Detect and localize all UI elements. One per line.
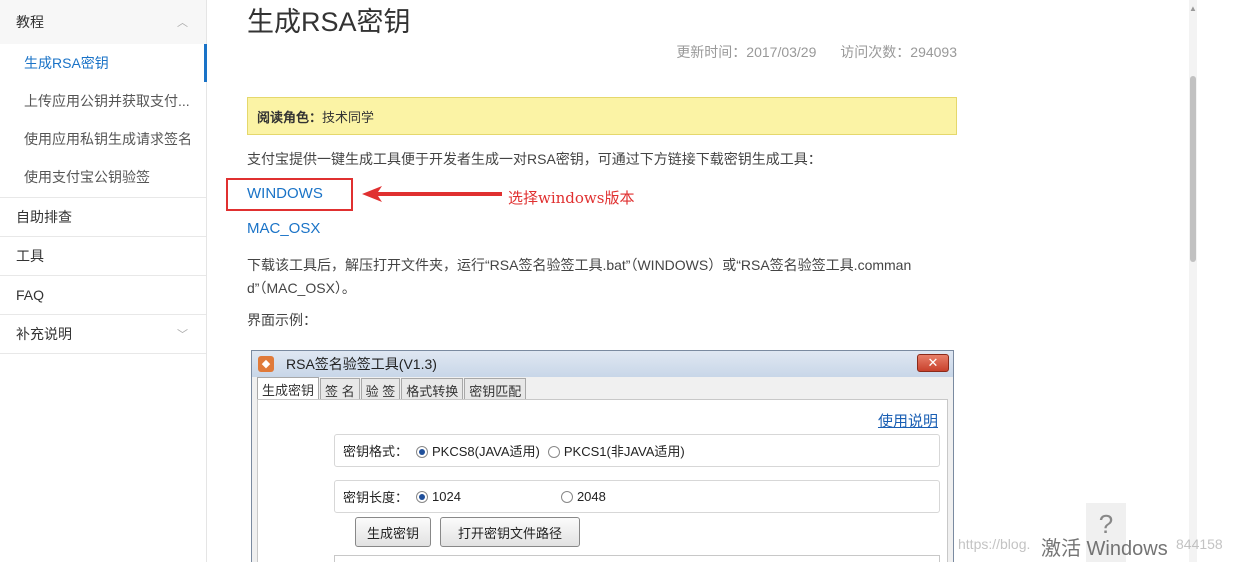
annotation-text: 选择windows版本 (508, 189, 635, 207)
arrow-left-icon (362, 186, 502, 202)
notice-value: 技术同学 (322, 109, 375, 125)
chevron-up-icon: ︿ (177, 17, 188, 29)
sidebar-item-verify-signature[interactable]: 使用支付宝公钥验签 (0, 158, 206, 196)
intro-paragraph: 支付宝提供一键生成工具便于开发者生成一对RSA密钥，可通过下方链接下载密钥生成工… (247, 151, 822, 167)
tool-panel: 使用说明 密钥格式： PKCS8(JAVA适用) PKCS1(非JAVA适用) … (257, 399, 948, 562)
scrollbar-thumb[interactable] (1190, 76, 1196, 262)
window-titlebar: ◆ RSA签名验签工具(V1.3) (252, 351, 953, 377)
generate-key-button[interactable]: 生成密钥 (355, 517, 431, 547)
radio-empty-icon (560, 491, 573, 503)
blog-watermark-suffix: 844158 (1176, 536, 1223, 552)
example-label: 界面示例： (247, 312, 317, 328)
highlight-box (226, 178, 353, 211)
sidebar-item-list: 生成RSA密钥 上传应用公钥并获取支付... 使用应用私钥生成请求签名 使用支付… (0, 44, 207, 198)
sidebar-section-tutorial[interactable]: 教程 ︿ (0, 0, 206, 44)
key-length-label: 密钥长度： (343, 490, 409, 505)
reader-role-notice: 阅读角色： 技术同学 (247, 97, 957, 135)
radio-selected-icon (416, 446, 429, 458)
visit-count: 访问次数：294093 (840, 44, 957, 60)
key-format-label: 密钥格式： (343, 444, 409, 459)
radio-1024[interactable]: 1024 (416, 489, 461, 504)
sidebar-item-generate-rsa[interactable]: 生成RSA密钥 (0, 44, 207, 82)
sidebar-section-self-check[interactable]: 自助排查 (0, 198, 206, 237)
chevron-down-icon: ﹀ (177, 329, 188, 341)
radio-2048[interactable]: 2048 (560, 489, 606, 504)
radio-label: PKCS1(非JAVA适用) (563, 444, 685, 459)
app-logo-icon: ◆ (258, 356, 274, 372)
instructions-paragraph: 下载该工具后，解压打开文件夹，运行“RSA签名验签工具.bat”（WINDOWS… (247, 254, 957, 300)
page: 教程 ︿ 生成RSA密钥 上传应用公钥并获取支付... 使用应用私钥生成请求签名… (0, 0, 1237, 562)
radio-label: 2048 (576, 489, 606, 504)
article-meta: 更新时间：2017/03/29 访问次数：294093 (676, 42, 957, 62)
activate-windows-watermark: 激活 Windows (1041, 538, 1168, 560)
sidebar-item-sign-request[interactable]: 使用应用私钥生成请求签名 (0, 120, 206, 158)
sidebar-section-label: 自助排查 (16, 209, 72, 225)
instructions-line-2: d”（MAC_OSX）。 (247, 280, 356, 296)
sidebar-section-label: FAQ (16, 287, 45, 303)
radio-pkcs1[interactable]: PKCS1(非JAVA适用) (547, 441, 685, 460)
tool-window-screenshot: ◆ RSA签名验签工具(V1.3) ✕ 生成密钥 签 名 验 签 格式转换 密钥… (251, 350, 954, 562)
radio-pkcs8[interactable]: PKCS8(JAVA适用) (416, 441, 540, 460)
updated-time: 更新时间：2017/03/29 (676, 44, 817, 60)
scroll-up-icon[interactable]: ▲ (1189, 4, 1197, 13)
instructions-line-1: 下载该工具后，解压打开文件夹，运行“RSA签名验签工具.bat”（WINDOWS… (247, 257, 912, 273)
sidebar-section-label: 工具 (16, 248, 44, 264)
key-output-area[interactable] (334, 555, 940, 562)
article: 生成RSA密钥 更新时间：2017/03/29 访问次数：294093 阅读角色… (247, 0, 957, 328)
key-length-group: 密钥长度： 1024 2048 (334, 480, 940, 513)
mac-download-link[interactable]: MAC_OSX (247, 220, 320, 237)
tool-tabs: 生成密钥 签 名 验 签 格式转换 密钥匹配 (252, 377, 953, 400)
notice-label: 阅读角色： (257, 109, 323, 125)
tab-generate-key[interactable]: 生成密钥 (257, 377, 320, 400)
sidebar-section-supplement[interactable]: 补充说明 ﹀ (0, 315, 206, 354)
blog-watermark: https://blog. (958, 536, 1031, 552)
tab-sign[interactable]: 签 名 (320, 378, 360, 399)
radio-selected-icon (416, 491, 429, 503)
sidebar: 教程 ︿ 生成RSA密钥 上传应用公钥并获取支付... 使用应用私钥生成请求签名… (0, 0, 207, 562)
open-key-path-button[interactable]: 打开密钥文件路径 (440, 517, 580, 547)
sidebar-section-label: 补充说明 (16, 326, 72, 342)
usage-link[interactable]: 使用说明 (878, 410, 938, 431)
sidebar-item-upload-public-key[interactable]: 上传应用公钥并获取支付... (0, 82, 206, 120)
tab-verify[interactable]: 验 签 (360, 378, 401, 399)
radio-label: 1024 (432, 489, 461, 504)
radio-label: PKCS8(JAVA适用) (432, 444, 540, 459)
close-icon[interactable]: ✕ (917, 354, 949, 372)
sidebar-section-tools[interactable]: 工具 (0, 237, 206, 276)
tab-format-convert[interactable]: 格式转换 (401, 378, 464, 399)
sidebar-section-faq[interactable]: FAQ (0, 276, 206, 315)
radio-empty-icon (547, 446, 560, 458)
page-title: 生成RSA密钥 (247, 7, 411, 37)
key-format-group: 密钥格式： PKCS8(JAVA适用) PKCS1(非JAVA适用) (334, 434, 940, 467)
window-title: RSA签名验签工具(V1.3) (286, 356, 437, 372)
sidebar-section-label: 教程 (16, 14, 44, 30)
page-scrollbar[interactable] (1189, 0, 1197, 562)
tab-key-match[interactable]: 密钥匹配 (464, 378, 527, 399)
